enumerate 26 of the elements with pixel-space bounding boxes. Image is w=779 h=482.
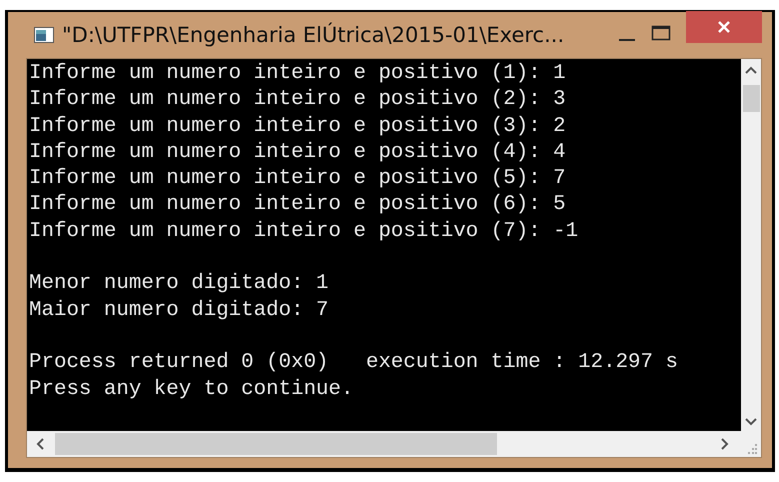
scrollbar-thumb[interactable] bbox=[55, 433, 497, 455]
console-line: Process returned 0 (0x0) execution time : 12.297 s bbox=[29, 350, 679, 376]
console-app-icon bbox=[34, 27, 54, 43]
console-line: Menor numero digitado: 1 bbox=[29, 271, 330, 298]
console-line: Informe um numero inteiro e positivo (6): 5 bbox=[29, 192, 567, 218]
scroll-down-icon[interactable] bbox=[744, 417, 758, 427]
horizontal-scrollbar[interactable] bbox=[27, 431, 761, 457]
maximize-icon bbox=[651, 25, 671, 41]
console-line: Informe um numero inteiro e positivo (2): 3 bbox=[29, 87, 567, 114]
resize-grip-icon[interactable] bbox=[746, 443, 758, 455]
console-line: Informe um numero inteiro e positivo (3): 2 bbox=[29, 114, 567, 140]
close-button[interactable] bbox=[686, 11, 762, 43]
scroll-up-icon[interactable] bbox=[744, 65, 758, 75]
minimize-icon bbox=[619, 39, 635, 41]
console-line: Maior numero digitado: 7 bbox=[29, 298, 330, 324]
scrollbar-thumb[interactable] bbox=[742, 85, 760, 112]
console-line: Press any key to continue. bbox=[29, 376, 354, 403]
close-icon bbox=[716, 19, 732, 35]
console-line: Informe um numero inteiro e positivo (7): -1 bbox=[29, 218, 580, 245]
scroll-right-icon[interactable] bbox=[720, 437, 730, 451]
console-line: Informe um numero inteiro e positivo (4): 4 bbox=[29, 140, 567, 166]
scroll-left-icon[interactable] bbox=[35, 437, 45, 451]
console-line: Informe um numero inteiro e positivo (5): 7 bbox=[29, 166, 567, 192]
console-line: Informe um numero inteiro e positivo (1): 1 bbox=[29, 61, 567, 87]
vertical-scrollbar[interactable] bbox=[741, 59, 761, 431]
window-title: "D:\UTFPR\Engenharia ElÚtrica\2015-01\Exerc... bbox=[62, 23, 566, 47]
